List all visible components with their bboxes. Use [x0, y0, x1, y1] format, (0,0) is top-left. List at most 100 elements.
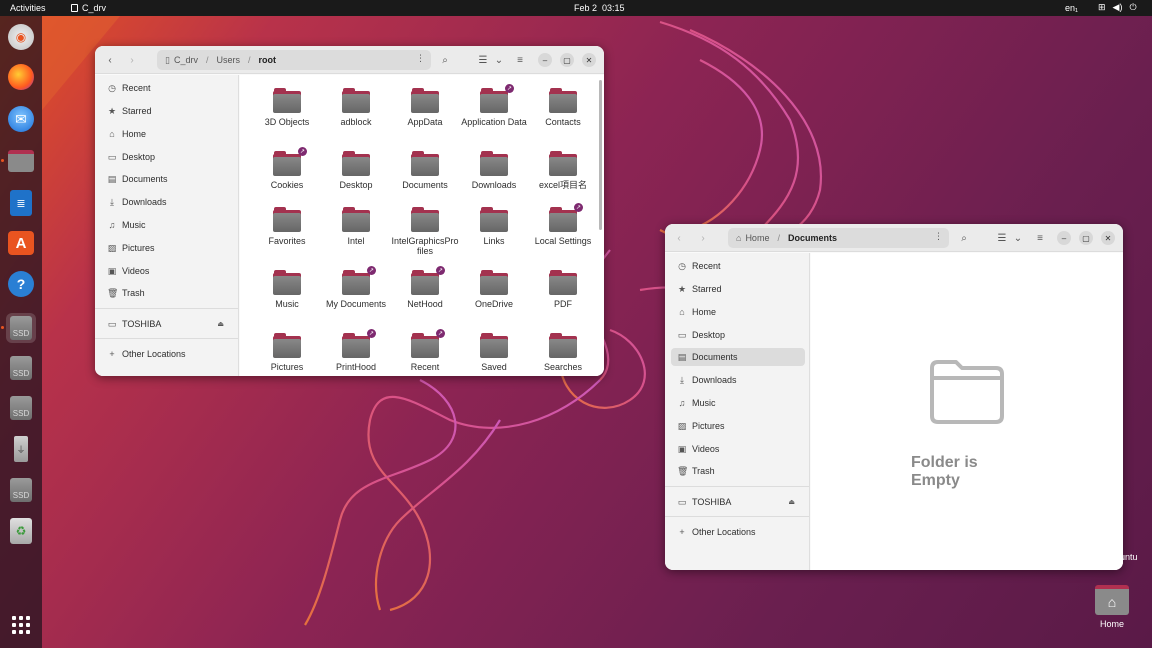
sidebar-item-videos[interactable]: ▣ Videos: [671, 440, 805, 458]
forward-button[interactable]: ›: [125, 53, 139, 67]
folder-item[interactable]: AppData: [391, 88, 459, 127]
sidebar-item-desktop[interactable]: ▭ Desktop: [671, 326, 805, 344]
sidebar-item-home[interactable]: ⌂ Home: [671, 303, 805, 321]
path-bar[interactable]: ⌂ Home / Documents ⋮: [728, 228, 949, 248]
close-button[interactable]: ✕: [1101, 231, 1115, 245]
sidebar-item-videos[interactable]: ▣ Videos: [101, 262, 234, 280]
folder-item[interactable]: IntelGraphicsProfiles: [391, 207, 459, 256]
folder-item[interactable]: Pictures: [253, 333, 321, 372]
sidebar-item-trash[interactable]: 🗑 Trash: [671, 462, 805, 480]
clock[interactable]: Feb 2 03:15: [574, 3, 625, 13]
dock-ssd-1[interactable]: SSD: [6, 313, 36, 343]
folder-item[interactable]: excel項目名: [529, 151, 597, 190]
folder-item[interactable]: ↗ My Documents: [322, 266, 390, 309]
app-menu[interactable]: C_drv: [71, 3, 106, 13]
path-segment-drive[interactable]: C_drv: [174, 55, 198, 65]
view-list-button[interactable]: ☰: [995, 231, 1009, 245]
folder-item[interactable]: PDF: [529, 270, 597, 309]
sidebar-item-recent[interactable]: ◷ Recent: [101, 79, 234, 97]
folder-item[interactable]: Links: [460, 207, 528, 246]
language-indicator[interactable]: en₁: [1065, 3, 1078, 13]
path-menu-icon[interactable]: ⋮: [934, 231, 943, 242]
sidebar-item-pictures[interactable]: ▨ Pictures: [671, 417, 805, 435]
maximize-button[interactable]: ▢: [560, 53, 574, 67]
folder-item[interactable]: OneDrive: [460, 270, 528, 309]
eject-icon[interactable]: ⏏: [788, 498, 795, 506]
sidebar-item-recent[interactable]: ◷ Recent: [671, 257, 805, 275]
dock-installer[interactable]: ◉: [6, 22, 36, 52]
dock-ssd-2[interactable]: SSD: [6, 353, 36, 383]
sidebar-item-trash[interactable]: 🗑 Trash: [101, 284, 234, 302]
path-segment-current[interactable]: root: [259, 55, 277, 65]
scrollbar[interactable]: [599, 80, 602, 230]
dock-ssd-4[interactable]: SSD: [6, 475, 36, 505]
sidebar-item-music[interactable]: ♫ Music: [671, 394, 805, 412]
dock-files[interactable]: [6, 146, 36, 176]
sidebar-item-other-locations[interactable]: + Other Locations: [101, 345, 234, 363]
back-button[interactable]: ‹: [672, 231, 686, 245]
sidebar-item-toshiba[interactable]: ▭ TOSHIBA ⏏: [101, 315, 234, 333]
folder-item[interactable]: ↗ Application Data: [460, 84, 528, 127]
folder-item[interactable]: Saved: [460, 333, 528, 372]
dock-firefox[interactable]: [6, 62, 36, 92]
view-options-button[interactable]: ⌄: [1011, 231, 1025, 245]
sidebar-item-pictures[interactable]: ▨ Pictures: [101, 239, 234, 257]
view-options-button[interactable]: ⌄: [492, 53, 506, 67]
main-menu-button[interactable]: ≡: [513, 53, 527, 67]
dock-app-center[interactable]: A: [6, 228, 36, 258]
minimize-button[interactable]: –: [538, 53, 552, 67]
sidebar-item-toshiba[interactable]: ▭ TOSHIBA ⏏: [671, 493, 805, 511]
folder-item[interactable]: Contacts: [529, 88, 597, 127]
path-segment-current[interactable]: Documents: [788, 233, 837, 243]
sidebar-item-music[interactable]: ♫ Music: [101, 216, 234, 234]
folder-item[interactable]: Downloads: [460, 151, 528, 190]
folder-item[interactable]: ↗ Cookies: [253, 147, 321, 190]
path-menu-icon[interactable]: ⋮: [416, 53, 425, 64]
folder-item[interactable]: Documents: [391, 151, 459, 190]
desktop-item-partial-label[interactable]: untu: [1120, 552, 1138, 562]
folder-item[interactable]: Searches: [529, 333, 597, 372]
sidebar-item-starred[interactable]: ★ Starred: [101, 102, 234, 120]
close-button[interactable]: ✕: [582, 53, 596, 67]
back-button[interactable]: ‹: [103, 53, 117, 67]
activities-button[interactable]: Activities: [10, 3, 46, 13]
sidebar-item-desktop[interactable]: ▭ Desktop: [101, 148, 234, 166]
folder-item[interactable]: ↗ Recent: [391, 329, 459, 372]
main-menu-button[interactable]: ≡: [1033, 231, 1047, 245]
sidebar-item-downloads[interactable]: ⤓ Downloads: [101, 193, 234, 211]
folder-item[interactable]: Favorites: [253, 207, 321, 246]
path-segment-home[interactable]: Home: [745, 233, 769, 243]
forward-button[interactable]: ›: [696, 231, 710, 245]
folder-item[interactable]: ↗ Local Settings: [529, 203, 597, 246]
sidebar-item-home[interactable]: ⌂ Home: [101, 125, 234, 143]
folder-item[interactable]: adblock: [322, 88, 390, 127]
maximize-button[interactable]: ▢: [1079, 231, 1093, 245]
folder-item[interactable]: 3D Objects: [253, 88, 321, 127]
path-segment-users[interactable]: Users: [216, 55, 240, 65]
search-button[interactable]: ⌕: [957, 231, 971, 245]
eject-icon[interactable]: ⏏: [217, 320, 224, 328]
sidebar-item-documents[interactable]: ▤ Documents: [671, 348, 805, 366]
desktop-home-icon[interactable]: ⌂ Home: [1087, 585, 1137, 629]
folder-item[interactable]: Music: [253, 270, 321, 309]
sidebar-item-other-locations[interactable]: + Other Locations: [671, 523, 805, 541]
folder-item[interactable]: ↗ PrintHood: [322, 329, 390, 372]
search-button[interactable]: ⌕: [438, 53, 452, 67]
dock-usb[interactable]: ⏚: [6, 434, 36, 464]
dock-trash[interactable]: ♻: [6, 516, 36, 546]
sidebar-item-starred[interactable]: ★ Starred: [671, 280, 805, 298]
folder-item[interactable]: Intel: [322, 207, 390, 246]
folder-item[interactable]: ↗ NetHood: [391, 266, 459, 309]
sidebar-item-documents[interactable]: ▤ Documents: [101, 170, 234, 188]
dock-writer[interactable]: ≣: [6, 188, 36, 218]
show-apps-button[interactable]: [6, 610, 36, 640]
system-tray[interactable]: ⊞ ◀) ⏻: [1098, 2, 1137, 13]
path-bar[interactable]: ▯ C_drv / Users / root ⋮: [157, 50, 431, 70]
dock-help[interactable]: ?: [6, 269, 36, 299]
dock-ssd-3[interactable]: SSD: [6, 393, 36, 423]
dock-thunderbird[interactable]: ✉: [6, 104, 36, 134]
sidebar-item-downloads[interactable]: ⤓ Downloads: [671, 371, 805, 389]
minimize-button[interactable]: –: [1057, 231, 1071, 245]
view-list-button[interactable]: ☰: [476, 53, 490, 67]
folder-item[interactable]: Desktop: [322, 151, 390, 190]
